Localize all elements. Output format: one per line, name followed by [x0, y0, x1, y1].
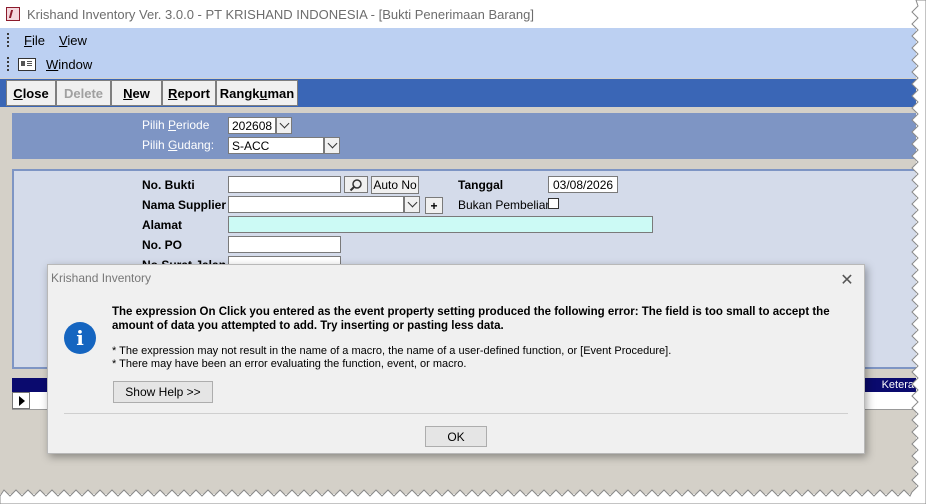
torn-edge: [0, 0, 926, 504]
